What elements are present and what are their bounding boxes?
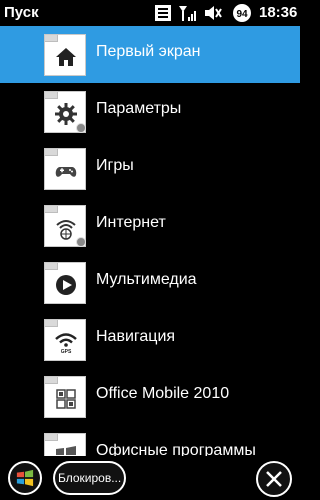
battery-icon[interactable]: 94: [231, 3, 253, 23]
menu-item-games[interactable]: Игры: [0, 140, 300, 197]
settings-gear-icon: [55, 103, 77, 125]
windows-flag-icon: [56, 446, 76, 455]
menu-item-settings[interactable]: Параметры: [0, 83, 300, 140]
menu-item-internet[interactable]: Интернет: [0, 197, 300, 254]
start-menu-list: Первый экран Параметры Игры Интернет Мул…: [0, 26, 300, 456]
menu-item-office-programs[interactable]: Офисные программы: [0, 425, 300, 456]
gps-icon: GPS: [55, 333, 77, 354]
folder-badge-icon: [76, 123, 86, 133]
navigation-tile: GPS: [44, 319, 86, 361]
menu-item-home-screen[interactable]: Первый экран: [0, 26, 300, 83]
games-tile: [44, 148, 86, 190]
settings-tile: [44, 91, 86, 133]
office-icon: [56, 389, 76, 409]
menu-item-navigation[interactable]: GPS Навигация: [0, 311, 300, 368]
status-time[interactable]: 18:36: [259, 4, 297, 21]
menu-item-multimedia[interactable]: Мультимедиа: [0, 254, 300, 311]
windows-start-icon: [16, 469, 34, 487]
home-icon: [56, 48, 76, 66]
menu-item-label: Игры: [96, 157, 134, 174]
close-button[interactable]: [256, 461, 292, 497]
menu-item-label: Мультимедиа: [96, 271, 197, 288]
play-icon: [56, 275, 76, 295]
menu-item-label: Параметры: [96, 100, 182, 117]
lock-button[interactable]: Блокиров...: [53, 461, 126, 495]
status-title[interactable]: Пуск: [4, 4, 39, 21]
office-mobile-tile: [44, 376, 86, 418]
soft-key-bar: Блокиров...: [0, 456, 300, 500]
status-bar: Пуск 94 18:36: [0, 0, 300, 26]
internet-tile: [44, 205, 86, 247]
home-tile: [44, 34, 86, 76]
menu-item-office-mobile[interactable]: Office Mobile 2010: [0, 368, 300, 425]
menu-item-label: Office Mobile 2010: [96, 385, 230, 402]
volume-icon[interactable]: [203, 3, 223, 23]
notification-icon[interactable]: [153, 3, 173, 23]
menu-item-label: Офисные программы: [96, 442, 256, 456]
gamepad-icon: [55, 167, 77, 177]
internet-icon: [56, 220, 76, 240]
battery-level: 94: [236, 9, 248, 20]
folder-badge-icon: [76, 237, 86, 247]
menu-item-label: Интернет: [96, 214, 166, 231]
menu-item-label: Навигация: [96, 328, 176, 345]
office-programs-tile: [44, 433, 86, 456]
svg-text:GPS: GPS: [61, 349, 72, 354]
signal-icon[interactable]: [177, 3, 197, 23]
lock-button-label: Блокиров...: [58, 471, 122, 485]
menu-item-label: Первый экран: [96, 43, 201, 60]
multimedia-tile: [44, 262, 86, 304]
start-button[interactable]: [8, 461, 42, 495]
close-icon: [266, 471, 282, 487]
